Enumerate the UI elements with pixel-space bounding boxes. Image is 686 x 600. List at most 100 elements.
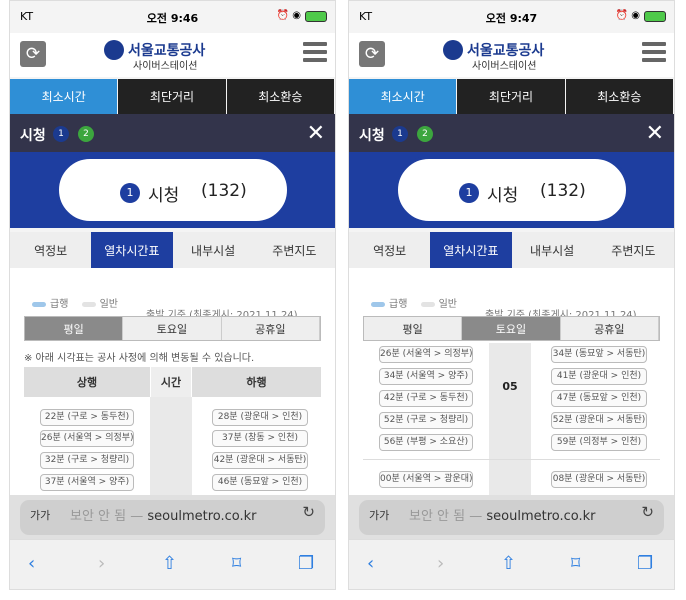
- refresh-icon[interactable]: ⟳: [359, 41, 385, 67]
- tab-weekday[interactable]: 평일: [364, 317, 463, 340]
- phone-left: KT 오전 9:46 ⏰ ◉ ⟳ 서울교통공사 사이버스테이션 최소시간 최단거…: [9, 0, 336, 590]
- express-swatch: [371, 301, 385, 307]
- refresh-icon[interactable]: ⟳: [20, 41, 46, 67]
- down-row: 34분 (동묘앞 > 서동탄): [551, 346, 647, 363]
- tab-timetable[interactable]: 열차시간표: [91, 232, 173, 268]
- tab-min-transfer[interactable]: 최소환승: [565, 79, 673, 114]
- tab-min-transfer[interactable]: 최소환승: [226, 79, 334, 114]
- tab-timetable[interactable]: 열차시간표: [430, 232, 512, 268]
- tab-min-time[interactable]: 최소시간: [10, 79, 118, 114]
- address-bar: 가가 보안 안 됨 — seoulmetro.co.kr ↻: [10, 495, 335, 539]
- up-row: 37분 (서울역 > 양주): [40, 474, 134, 491]
- bookmarks-icon[interactable]: ⌑: [571, 553, 580, 574]
- close-icon[interactable]: ✕: [646, 121, 664, 146]
- pill-station-name: 시청: [487, 186, 519, 206]
- down-row: 08분 (광운대 > 서동탄): [551, 471, 647, 488]
- legend-normal: 일반: [99, 299, 118, 310]
- tab-shortest[interactable]: 최단거리: [118, 79, 226, 114]
- info-tabs: 역정보 열차시간표 내부시설 주변지도: [349, 232, 674, 268]
- reload-icon[interactable]: ↻: [302, 503, 315, 521]
- normal-swatch: [81, 301, 96, 307]
- line-2-badge[interactable]: 2: [417, 126, 433, 142]
- down-row: 59분 (의정부 > 인천): [551, 434, 647, 451]
- logo[interactable]: 서울교통공사 사이버스테이션: [435, 38, 595, 72]
- bookmarks-icon[interactable]: ⌑: [232, 553, 241, 574]
- col-down: 하행: [246, 376, 267, 389]
- battery-icon: [644, 11, 666, 22]
- tabs-icon[interactable]: ❐: [298, 553, 314, 574]
- logo[interactable]: 서울교통공사 사이버스테이션: [96, 38, 256, 72]
- tab-map[interactable]: 주변지도: [254, 232, 335, 268]
- menu-icon[interactable]: [642, 42, 666, 66]
- back-icon[interactable]: ‹: [367, 553, 374, 574]
- text-size-button[interactable]: 가가: [30, 507, 50, 523]
- menu-icon[interactable]: [303, 42, 327, 66]
- tab-station-info[interactable]: 역정보: [10, 232, 91, 268]
- up-row: 26분 (서울역 > 의정부): [379, 346, 473, 363]
- station-pill: 1 시청 (132): [56, 156, 290, 224]
- tab-shortest[interactable]: 최단거리: [457, 79, 565, 114]
- share-icon[interactable]: ⇧: [501, 553, 516, 574]
- day-tabs: 평일 토요일 공휴일: [24, 316, 321, 341]
- tab-holiday[interactable]: 공휴일: [221, 317, 320, 340]
- tab-min-time[interactable]: 최소시간: [349, 79, 457, 114]
- line-1-badge[interactable]: 1: [53, 126, 69, 142]
- logo-mark: [104, 40, 124, 60]
- text-size-button[interactable]: 가가: [369, 507, 389, 523]
- line-badge: 1: [459, 183, 479, 203]
- down-row: 41분 (광운대 > 인천): [551, 368, 647, 385]
- station-banner: 1 시청 (132): [10, 152, 335, 228]
- station-pill: 1 시청 (132): [395, 156, 629, 224]
- close-icon[interactable]: ✕: [307, 121, 325, 146]
- battery-icon: [305, 11, 327, 22]
- forward-icon[interactable]: ›: [437, 553, 444, 574]
- tab-facilities[interactable]: 내부시설: [512, 232, 593, 268]
- search-tabs: 최소시간 최단거리 최소환승: [10, 79, 335, 114]
- url-text[interactable]: 보안 안 됨 — seoulmetro.co.kr: [70, 505, 257, 524]
- station-header: 시청 1 2 ✕: [10, 114, 335, 152]
- line-2-badge[interactable]: 2: [78, 126, 94, 142]
- tab-saturday[interactable]: 토요일: [462, 317, 561, 340]
- search-tabs: 최소시간 최단거리 최소환승: [349, 79, 674, 114]
- down-row: 46분 (동묘앞 > 인천): [212, 474, 308, 491]
- back-icon[interactable]: ‹: [28, 553, 35, 574]
- legend-express: 급행: [389, 299, 408, 310]
- col-time: 시간: [150, 367, 192, 397]
- tabs-icon[interactable]: ❐: [637, 553, 653, 574]
- address-bar: 가가 보안 안 됨 — seoulmetro.co.kr ↻: [349, 495, 674, 539]
- share-icon[interactable]: ⇧: [162, 553, 177, 574]
- status-bar: KT 오전 9:46 ⏰ ◉: [10, 1, 335, 33]
- line-1-badge[interactable]: 1: [392, 126, 408, 142]
- hour-label: 05: [502, 380, 518, 393]
- up-row: 26분 (서울역 > 의정부): [40, 430, 134, 447]
- tab-weekday[interactable]: 평일: [25, 317, 124, 340]
- legend-express: 급행: [50, 299, 69, 310]
- tab-saturday[interactable]: 토요일: [123, 317, 222, 340]
- tab-map[interactable]: 주변지도: [593, 232, 674, 268]
- line-badge: 1: [120, 183, 140, 203]
- station-code: (132): [540, 181, 586, 201]
- down-row: 28분 (광운대 > 인천): [212, 409, 308, 426]
- url-text[interactable]: 보안 안 됨 — seoulmetro.co.kr: [409, 505, 596, 524]
- legend: 급행 일반: [32, 295, 118, 310]
- down-row: 37분 (창동 > 인천): [212, 430, 308, 447]
- down-row: 42분 (광운대 > 서동탄): [212, 452, 308, 469]
- reload-icon[interactable]: ↻: [641, 503, 654, 521]
- express-swatch: [32, 301, 46, 307]
- station-code: (132): [201, 181, 247, 201]
- forward-icon[interactable]: ›: [98, 553, 105, 574]
- status-bar: KT 오전 9:47 ⏰ ◉: [349, 1, 674, 33]
- legend-normal: 일반: [438, 299, 457, 310]
- up-row: 52분 (구로 > 청량리): [379, 412, 473, 429]
- up-row: 34분 (서울역 > 양주): [379, 368, 473, 385]
- insecure-label: 보안 안 됨 —: [409, 509, 483, 524]
- tab-facilities[interactable]: 내부시설: [173, 232, 254, 268]
- down-row: 47분 (동묘앞 > 인천): [551, 390, 647, 407]
- alarm-icon: ⏰ ◉: [615, 10, 640, 21]
- logo-mark: [443, 40, 463, 60]
- tab-station-info[interactable]: 역정보: [349, 232, 430, 268]
- logo-subtitle: 사이버스테이션: [133, 61, 198, 72]
- up-row: 00분 (서울역 > 광운대): [379, 471, 473, 488]
- domain: seoulmetro.co.kr: [486, 509, 596, 524]
- tab-holiday[interactable]: 공휴일: [560, 317, 659, 340]
